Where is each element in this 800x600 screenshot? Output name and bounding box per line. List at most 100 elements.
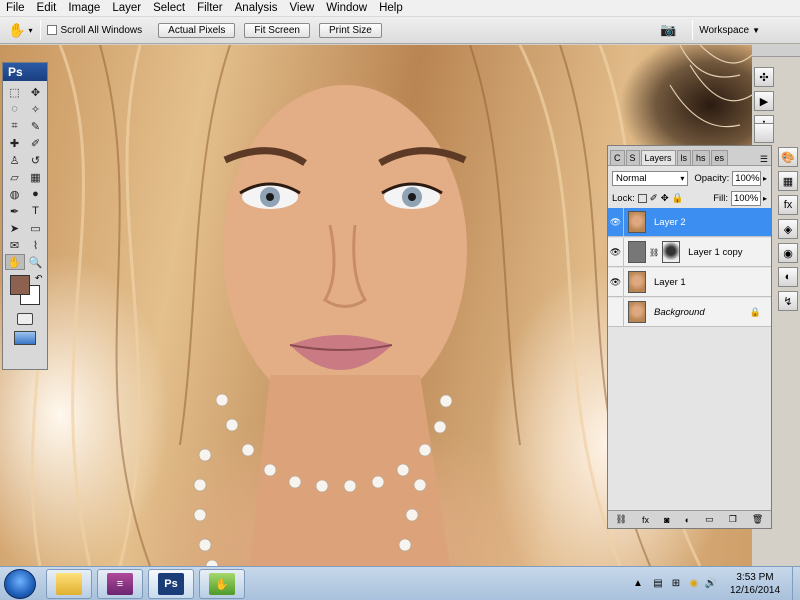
path-select-icon[interactable]: ➤: [5, 220, 25, 236]
lock-position-icon[interactable]: ✥: [661, 193, 669, 204]
tab-styles[interactable]: es: [710, 150, 729, 165]
hand-tool-icon[interactable]: ✋: [4, 254, 25, 270]
system-clock[interactable]: 3:53 PM 12/16/2014: [720, 571, 790, 597]
color-icon[interactable]: 🎨: [778, 147, 798, 167]
menu-help[interactable]: Help: [373, 0, 409, 17]
adjustments-icon[interactable]: ◐: [778, 267, 798, 287]
tab-swatches[interactable]: S: [625, 150, 640, 165]
magic-wand-icon[interactable]: ✧: [26, 101, 46, 117]
history-brush-icon[interactable]: ↺: [26, 152, 46, 168]
eye-icon[interactable]: 👁: [608, 237, 624, 267]
taskbar-app-green[interactable]: ✋: [199, 569, 245, 599]
tool-preset-dropdown-icon[interactable]: ▾: [28, 26, 32, 35]
healing-brush-icon[interactable]: ✚: [5, 135, 25, 151]
menu-file[interactable]: File: [0, 0, 31, 17]
dodge-tool-icon[interactable]: ●: [26, 186, 46, 202]
actual-pixels-button[interactable]: Actual Pixels: [158, 22, 236, 38]
menu-window[interactable]: Window: [320, 0, 373, 17]
eyedropper-2-icon[interactable]: ⌇: [26, 237, 46, 253]
swatches-icon[interactable]: ▦: [778, 171, 798, 191]
chain-link-icon[interactable]: ⛓: [649, 248, 659, 257]
workspace-menu[interactable]: Workspace: [699, 25, 749, 36]
crop-tool-icon[interactable]: ⌗: [5, 118, 25, 134]
lasso-tool-icon[interactable]: ◌: [5, 101, 25, 117]
lock-transparency-icon[interactable]: [637, 193, 647, 203]
taskbar-photoshop[interactable]: Ps: [148, 569, 194, 599]
adjustment-layer-icon[interactable]: ◐: [685, 515, 690, 525]
shape-tool-icon[interactable]: ▭: [26, 220, 46, 236]
scroll-all-checkbox[interactable]: [47, 25, 58, 35]
menu-select[interactable]: Select: [147, 0, 191, 17]
eye-icon[interactable]: 👁: [608, 267, 624, 297]
eyedropper-icon[interactable]: ✎: [26, 118, 46, 134]
notes-tool-icon[interactable]: ✉: [5, 237, 25, 253]
new-group-icon[interactable]: ▭: [705, 514, 714, 525]
swap-colors-icon[interactable]: ↶: [35, 273, 43, 284]
network-icon[interactable]: ⊞: [670, 577, 682, 589]
trash-icon[interactable]: 🗑: [752, 514, 763, 525]
eye-icon[interactable]: 👁: [608, 207, 624, 237]
security-icon[interactable]: ◉: [688, 577, 700, 589]
fill-input[interactable]: 100%: [730, 190, 761, 206]
styles-icon[interactable]: fx: [778, 195, 798, 215]
layer-row[interactable]: 👁 ⛓ Layer 1 copy: [608, 237, 771, 267]
taskbar-explorer[interactable]: [46, 569, 92, 599]
lock-pixels-icon[interactable]: ✐: [650, 193, 658, 204]
layer-row[interactable]: 👁 Layer 1: [608, 267, 771, 297]
crossed-tools-icon[interactable]: [754, 123, 774, 143]
fit-screen-button[interactable]: Fit Screen: [244, 22, 310, 38]
menu-filter[interactable]: Filter: [191, 0, 229, 17]
navigator-icon[interactable]: ✣: [754, 67, 774, 87]
print-size-button[interactable]: Print Size: [318, 22, 382, 38]
add-mask-icon[interactable]: ◙: [664, 515, 669, 525]
menu-image[interactable]: Image: [62, 0, 106, 17]
opacity-slider-icon[interactable]: ▸: [763, 174, 767, 183]
start-button[interactable]: [4, 569, 36, 599]
eye-hidden-icon[interactable]: [608, 297, 624, 327]
link-layers-icon[interactable]: ⛓: [616, 514, 627, 525]
show-hidden-icons-icon[interactable]: ▲: [632, 577, 644, 589]
panel-menu-icon[interactable]: ☰: [760, 154, 768, 165]
opacity-input[interactable]: 100%: [732, 170, 761, 186]
tray-app-icon[interactable]: ▤: [652, 577, 664, 589]
layer-style-icon[interactable]: fx: [642, 515, 649, 525]
brush-tool-icon[interactable]: ✐: [26, 135, 46, 151]
ps-logo[interactable]: Ps: [3, 63, 47, 81]
menu-layer[interactable]: Layer: [106, 0, 147, 17]
pen-tool-icon[interactable]: ✒: [5, 203, 25, 219]
zoom-tool-icon[interactable]: 🔍: [26, 254, 46, 270]
eraser-tool-icon[interactable]: ▱: [5, 169, 25, 185]
workspace-dropdown-icon[interactable]: ▼: [752, 26, 760, 35]
hand-tool-icon[interactable]: ✋: [8, 22, 25, 39]
layers-icon[interactable]: ◈: [778, 219, 798, 239]
volume-icon[interactable]: 🔊: [705, 577, 717, 589]
blur-tool-icon[interactable]: ◍: [5, 186, 25, 202]
move-tool-icon[interactable]: ✥: [26, 84, 46, 100]
foreground-color-swatch[interactable]: [10, 275, 30, 295]
tab-paths[interactable]: hs: [692, 150, 710, 165]
new-layer-icon[interactable]: ❐: [729, 514, 737, 525]
gradient-tool-icon[interactable]: ▦: [26, 169, 46, 185]
menu-edit[interactable]: Edit: [31, 0, 63, 17]
fill-slider-icon[interactable]: ▸: [763, 194, 767, 203]
actions-icon[interactable]: ▶: [754, 91, 774, 111]
screen-mode-icon[interactable]: [14, 331, 36, 345]
type-tool-icon[interactable]: T: [26, 203, 46, 219]
taskbar-app-books[interactable]: ≡: [97, 569, 143, 599]
paths-icon[interactable]: ↯: [778, 291, 798, 311]
bridge-icon[interactable]: 📷: [660, 22, 676, 38]
layer-row[interactable]: Background 🔒: [608, 297, 771, 327]
blend-mode-select[interactable]: Normal ▾: [612, 170, 689, 186]
lock-all-icon[interactable]: 🔒: [672, 193, 684, 204]
show-desktop-button[interactable]: [792, 567, 800, 600]
channels-icon[interactable]: ◉: [778, 243, 798, 263]
layer-mask-thumbnail[interactable]: [662, 241, 681, 263]
tab-layers[interactable]: Layers: [640, 150, 676, 165]
layer-row[interactable]: 👁 Layer 2: [608, 207, 771, 237]
menu-analysis[interactable]: Analysis: [229, 0, 284, 17]
clone-stamp-icon[interactable]: ♙: [5, 152, 25, 168]
marquee-tool-icon[interactable]: ⬚: [5, 84, 25, 100]
menu-view[interactable]: View: [283, 0, 320, 17]
tab-channels[interactable]: ls: [676, 150, 692, 165]
quick-mask-icon[interactable]: [17, 313, 33, 325]
